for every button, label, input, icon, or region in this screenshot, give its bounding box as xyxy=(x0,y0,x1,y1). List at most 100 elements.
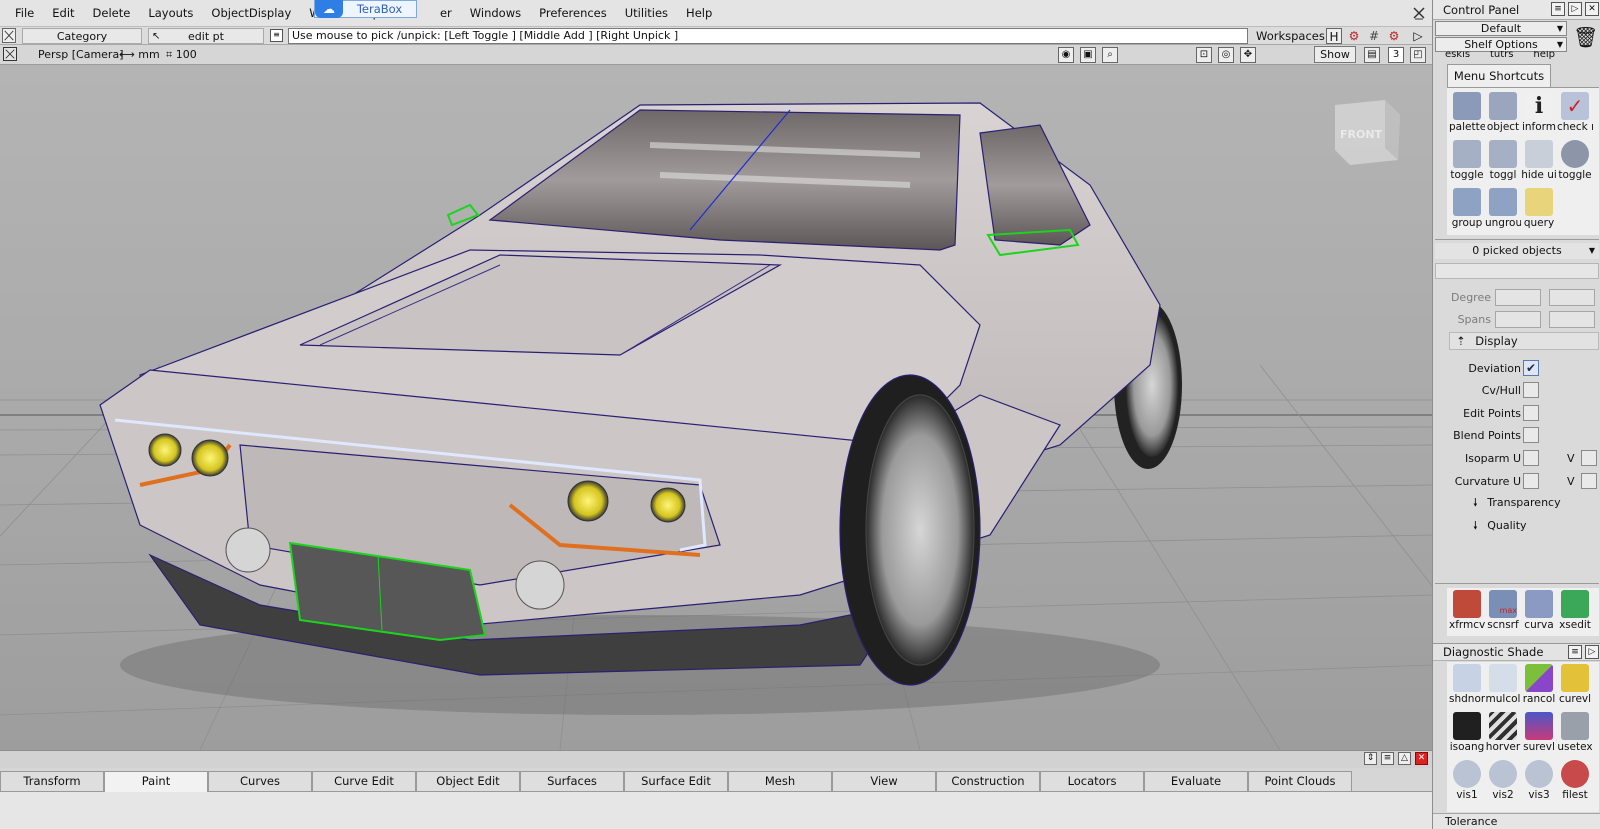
trash-icon[interactable]: 🗑 xyxy=(1573,24,1598,50)
shortcut-toggle-2[interactable]: toggl xyxy=(1485,138,1521,186)
tab-object-edit[interactable]: Object Edit xyxy=(416,771,520,791)
panel-close-icon[interactable]: ✕ xyxy=(1585,2,1599,16)
camera-icon[interactable]: ◉ xyxy=(1058,47,1074,63)
menu-utilities[interactable]: Utilities xyxy=(616,0,677,27)
tool-curva[interactable]: curva xyxy=(1521,588,1557,636)
diag-horver[interactable]: horver xyxy=(1485,710,1521,758)
spans-u-field[interactable] xyxy=(1495,311,1541,328)
tab-evaluate[interactable]: Evaluate xyxy=(1144,771,1248,791)
picked-objects-dropdown[interactable]: 0 picked objects ▼ xyxy=(1435,243,1599,259)
workspace-dropdown[interactable]: Default ▼ xyxy=(1435,21,1567,36)
shelf-options-dropdown[interactable]: Shelf Options ▼ xyxy=(1435,37,1567,52)
pick-objects-icon[interactable]: ⚙ xyxy=(1346,28,1362,44)
diag-expand-icon[interactable]: ▷ xyxy=(1585,645,1599,659)
grid-snap-icon[interactable]: # xyxy=(1366,28,1382,44)
workspaces-label[interactable]: Workspaces xyxy=(1256,28,1325,44)
tab-point-clouds[interactable]: Point Clouds xyxy=(1248,771,1352,791)
tab-surfaces[interactable]: Surfaces xyxy=(520,771,624,791)
prompt-history-icon[interactable]: ≡ xyxy=(270,29,283,42)
shortcut-information[interactable]: i inform xyxy=(1521,90,1557,138)
layer-count[interactable]: 3 xyxy=(1388,47,1404,63)
diag-surevl[interactable]: surevl xyxy=(1521,710,1557,758)
menu-edit[interactable]: Edit xyxy=(43,0,83,27)
workspace-h-icon[interactable]: H xyxy=(1326,28,1342,44)
tab-mesh[interactable]: Mesh xyxy=(728,771,832,791)
shortcut-toggle-1[interactable]: toggle xyxy=(1449,138,1485,186)
show-button[interactable]: Show xyxy=(1314,46,1356,63)
tool-scnsrf[interactable]: max scnsrf xyxy=(1485,588,1521,636)
panel-menu-icon[interactable]: ≡ xyxy=(1551,2,1565,16)
tab-transform[interactable]: Transform xyxy=(0,771,104,791)
tab-construction[interactable]: Construction xyxy=(936,771,1040,791)
camera-label[interactable]: Persp [Camera] xyxy=(38,46,124,63)
diag-menu-icon[interactable]: ≡ xyxy=(1568,645,1582,659)
cancel-tool-icon[interactable] xyxy=(2,28,16,43)
diag-isoang[interactable]: isoang xyxy=(1449,710,1485,758)
safe-frame-icon[interactable]: ◎ xyxy=(1218,47,1234,63)
layer-icon[interactable]: ▤ xyxy=(1364,47,1380,63)
tab-menu-shortcuts[interactable]: Menu Shortcuts xyxy=(1447,64,1551,87)
pick-points-icon[interactable]: ⚙ xyxy=(1386,28,1402,44)
maximize-viewport-icon[interactable]: ◰ xyxy=(1410,47,1426,63)
prompt-line[interactable]: Use mouse to pick /unpick: [Left Toggle … xyxy=(288,28,1248,44)
shortcut-check[interactable]: ✓ check r xyxy=(1557,90,1593,138)
tab-locators[interactable]: Locators xyxy=(1040,771,1144,791)
move-view-icon[interactable]: ✥ xyxy=(1240,47,1256,63)
shortcut-object[interactable]: object xyxy=(1485,90,1521,138)
viewport-close-icon[interactable] xyxy=(3,47,17,61)
shelf-body[interactable] xyxy=(0,792,1432,829)
shortcut-palette[interactable]: palette xyxy=(1449,90,1485,138)
diag-vis2[interactable]: vis2 xyxy=(1485,758,1521,806)
menu-layouts[interactable]: Layouts xyxy=(139,0,202,27)
panel-expand-icon[interactable]: ▷ xyxy=(1568,2,1582,16)
shelf-collapse-icon[interactable]: △ xyxy=(1398,752,1411,765)
diag-shdnon[interactable]: shdnon xyxy=(1449,662,1485,710)
spans-v-field[interactable] xyxy=(1549,311,1595,328)
zoom-icon[interactable]: ⌕ xyxy=(1102,47,1118,63)
edit-points-checkbox[interactable] xyxy=(1523,405,1539,421)
close-icon[interactable] xyxy=(1412,6,1426,20)
menu-windows[interactable]: Windows xyxy=(461,0,530,27)
category-button[interactable]: Category xyxy=(22,28,142,44)
tool-xfrmcv[interactable]: xfrmcv xyxy=(1449,588,1485,636)
shortcut-query[interactable]: query xyxy=(1521,186,1557,234)
cv-hull-checkbox[interactable] xyxy=(1523,382,1539,398)
shelf-close-icon[interactable]: ✕ xyxy=(1415,752,1428,765)
diag-rancol[interactable]: rancol xyxy=(1521,662,1557,710)
diag-usetex[interactable]: usetex xyxy=(1557,710,1593,758)
deviation-checkbox[interactable]: ✔ xyxy=(1523,360,1539,376)
play-icon[interactable]: ▷ xyxy=(1410,28,1426,44)
diag-curevl[interactable]: curevl xyxy=(1557,662,1593,710)
terabox-overlay[interactable]: ☁ TeraBox xyxy=(314,0,417,18)
blend-points-checkbox[interactable] xyxy=(1523,427,1539,443)
menu-help[interactable]: Help xyxy=(677,0,721,27)
curvature-u-checkbox[interactable] xyxy=(1523,473,1539,489)
shortcut-ungroup[interactable]: ungrou xyxy=(1485,186,1521,234)
tab-curves[interactable]: Curves xyxy=(208,771,312,791)
shortcut-toggle-3[interactable]: toggle xyxy=(1557,138,1593,186)
view-cube[interactable]: FRONT xyxy=(1335,100,1400,165)
isoparm-u-checkbox[interactable] xyxy=(1523,450,1539,466)
fit-view-icon[interactable]: ⊡ xyxy=(1196,47,1212,63)
display-section-header[interactable]: ⇡ Display xyxy=(1449,332,1599,350)
tolerance-section[interactable]: Tolerance xyxy=(1433,813,1600,829)
quality-section[interactable]: 🠗 Quality xyxy=(1473,518,1527,534)
tab-view[interactable]: View xyxy=(832,771,936,791)
diag-filest[interactable]: filest xyxy=(1557,758,1593,806)
mini-tab-eskis[interactable]: eskis xyxy=(1445,51,1470,61)
scene-canvas[interactable]: FRONT xyxy=(0,65,1432,750)
shortcut-hide-ui[interactable]: hide ui xyxy=(1521,138,1557,186)
degree-v-field[interactable] xyxy=(1549,289,1595,306)
shelf-menu-icon[interactable]: ≡ xyxy=(1381,752,1394,765)
menu-file[interactable]: File xyxy=(6,0,43,27)
tab-paint[interactable]: Paint xyxy=(104,771,208,793)
diag-mulcol[interactable]: mulcol xyxy=(1485,662,1521,710)
diag-vis1[interactable]: vis1 xyxy=(1449,758,1485,806)
current-tool-button[interactable]: ↖ edit pt xyxy=(148,28,264,44)
object-name-field[interactable] xyxy=(1435,263,1599,279)
transparency-section[interactable]: 🠗 Transparency xyxy=(1473,495,1561,511)
tool-xsedit[interactable]: xsedit xyxy=(1557,588,1593,636)
menu-object-display[interactable]: ObjectDisplay xyxy=(202,0,300,27)
mini-tab-help[interactable]: help xyxy=(1533,51,1555,61)
video-camera-icon[interactable]: ▣ xyxy=(1080,47,1096,63)
